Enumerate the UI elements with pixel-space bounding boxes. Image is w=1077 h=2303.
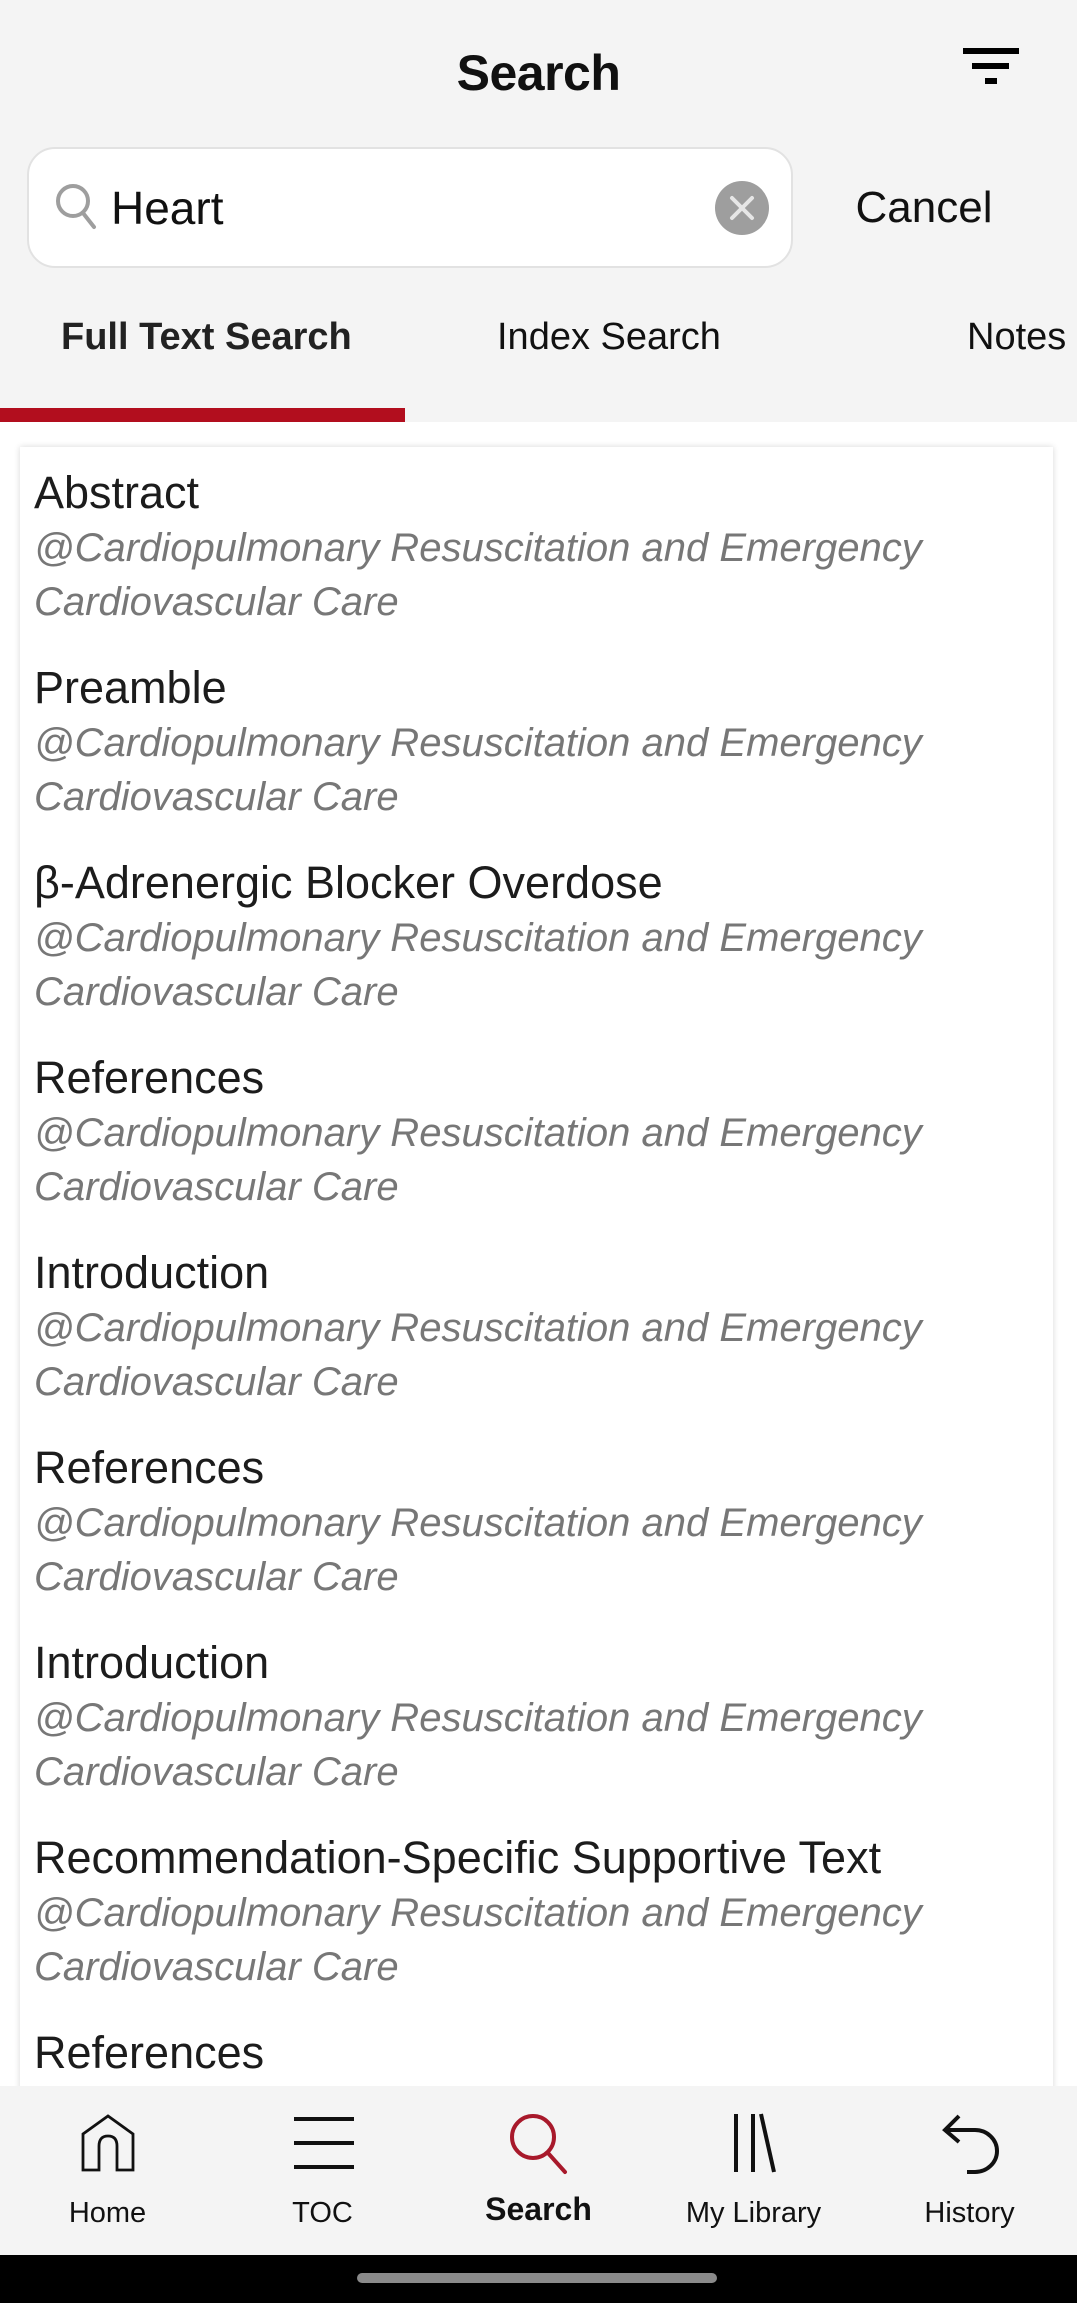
result-title: References xyxy=(34,1442,265,1493)
clear-circle-icon xyxy=(730,196,754,220)
active-tab-indicator xyxy=(0,408,405,422)
tab-notes[interactable]: Notes xyxy=(967,316,1066,376)
nav-item-history[interactable]: History xyxy=(862,2086,1077,2255)
list-item[interactable]: Preamble @Cardiopulmonary Resuscitation … xyxy=(20,642,1053,837)
results-area[interactable]: Abstract @Cardiopulmonary Resuscitation … xyxy=(0,422,1077,2086)
list-item[interactable]: β-Adrenergic Blocker Overdose @Cardiopul… xyxy=(20,837,1053,1032)
result-title: References xyxy=(34,1052,265,1103)
list-item[interactable]: Recommendation-Specific Supportive Text … xyxy=(20,1812,1053,2007)
history-icon xyxy=(942,2114,999,2174)
result-source: @Cardiopulmonary Resuscitation and Emerg… xyxy=(34,916,922,1014)
filter-icon xyxy=(963,48,1019,84)
list-item[interactable]: Introduction @Cardiopulmonary Resuscitat… xyxy=(20,1227,1053,1422)
system-navigation-bar xyxy=(0,2255,1077,2303)
list-item[interactable]: Introduction @Cardiopulmonary Resuscitat… xyxy=(20,1617,1053,1812)
menu-icon xyxy=(294,2117,354,2169)
result-source: @Cardiopulmonary Resuscitation and Emerg… xyxy=(34,526,922,624)
results-list: Abstract @Cardiopulmonary Resuscitation … xyxy=(20,447,1053,2086)
clear-search-button[interactable] xyxy=(715,181,769,235)
nav-item-toc[interactable]: TOC xyxy=(215,2086,430,2255)
search-field[interactable] xyxy=(27,147,793,268)
bottom-nav: Home TOC Search My Library History xyxy=(0,2086,1077,2255)
result-title: Preamble xyxy=(34,662,227,713)
tab-index-search[interactable]: Index Search xyxy=(497,316,721,376)
home-icon xyxy=(81,2114,135,2172)
result-title: β-Adrenergic Blocker Overdose xyxy=(34,857,663,908)
nav-item-my-library[interactable]: My Library xyxy=(646,2086,861,2255)
search-tabs: Full Text Search Index Search Notes xyxy=(0,300,1077,422)
nav-label: Search xyxy=(485,2191,592,2227)
result-source: @Cardiopulmonary Resuscitation and Emerg… xyxy=(34,1111,922,1209)
result-source: @Cardiopulmonary Resuscitation and Emerg… xyxy=(34,1891,922,1989)
result-source: @Cardiopulmonary Resuscitation and Emerg… xyxy=(34,1696,922,1794)
header: Search xyxy=(0,0,1077,140)
result-title: Recommendation-Specific Supportive Text xyxy=(34,1832,882,1883)
result-source: @Cardiopulmonary Resuscitation and Emerg… xyxy=(34,721,922,819)
result-source: @Cardiopulmonary Resuscitation and Emerg… xyxy=(34,1501,922,1599)
list-item[interactable]: References @Cardiopulmonary Resuscitatio… xyxy=(20,1032,1053,1227)
nav-label: History xyxy=(924,2197,1015,2229)
filter-button[interactable] xyxy=(955,40,1029,94)
nav-item-search[interactable]: Search xyxy=(431,2086,646,2255)
list-item[interactable]: Abstract @Cardiopulmonary Resuscitation … xyxy=(20,447,1053,642)
library-icon xyxy=(734,2113,776,2173)
result-source: @Cardiopulmonary Resuscitation and Emerg… xyxy=(34,1306,922,1404)
nav-item-home[interactable]: Home xyxy=(0,2086,215,2255)
nav-label: My Library xyxy=(685,2197,822,2229)
search-input[interactable] xyxy=(111,173,711,243)
home-gesture-handle[interactable] xyxy=(357,2273,717,2283)
result-title: Introduction xyxy=(34,1247,270,1298)
result-title: Introduction xyxy=(34,1637,270,1688)
result-title: References xyxy=(34,2027,265,2078)
cancel-button[interactable]: Cancel xyxy=(838,178,1010,238)
page-title: Search xyxy=(456,45,621,101)
list-item[interactable]: References xyxy=(20,2007,1053,2086)
nav-label: TOC xyxy=(292,2197,353,2229)
search-icon xyxy=(56,184,96,229)
tab-full-text-search[interactable]: Full Text Search xyxy=(61,316,352,376)
nav-label: Home xyxy=(68,2197,147,2229)
result-title: Abstract xyxy=(34,467,200,518)
search-icon xyxy=(510,2114,567,2174)
list-item[interactable]: References @Cardiopulmonary Resuscitatio… xyxy=(20,1422,1053,1617)
